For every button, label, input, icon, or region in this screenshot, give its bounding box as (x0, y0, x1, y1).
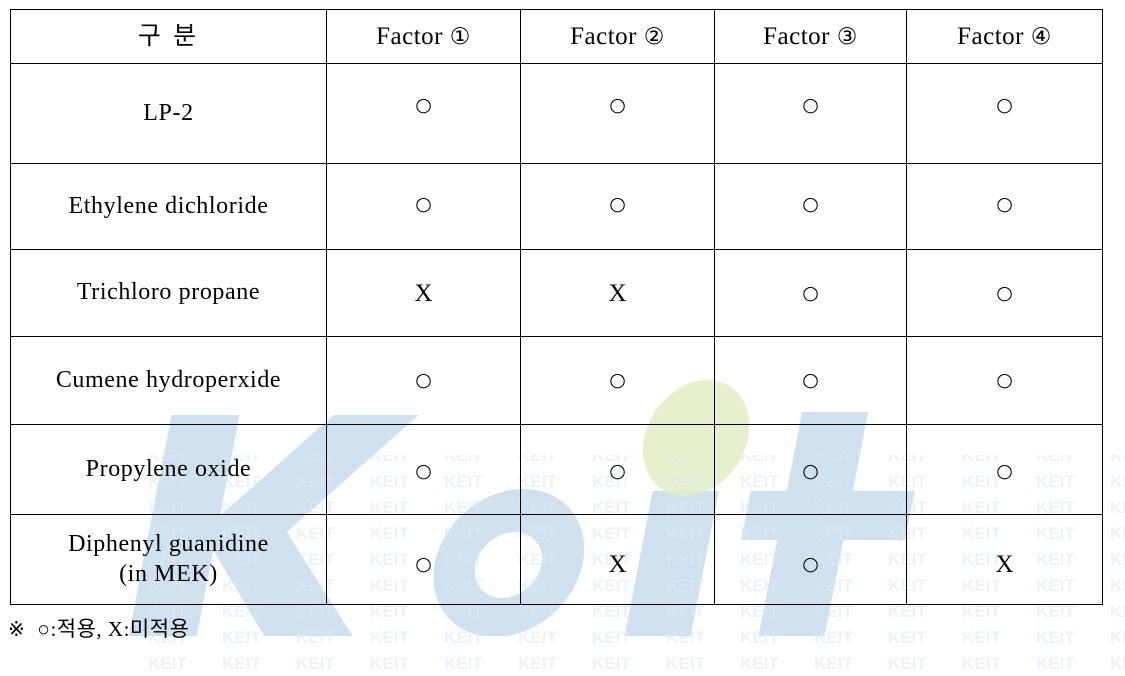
factor-application-table: 구 분 Factor ① Factor ② Factor ③ Factor ④ (10, 9, 1103, 605)
cell-row4-factor4: ○ (906, 336, 1103, 425)
row-label-cell: Trichloro propane (10, 249, 327, 337)
row-label-subtext: (in MEK) (119, 560, 218, 587)
column-header-label-text: 구 분 (137, 22, 200, 50)
cell-row2-factor4: ○ (906, 163, 1103, 250)
column-header-factor-4-text: Factor ④ (907, 23, 1102, 51)
table-row: Trichloro propane X X ○ ○ (10, 249, 1103, 337)
cell-row4-factor2: ○ (520, 336, 715, 425)
mark-applied-icon: ○ (415, 193, 432, 215)
circled-number-2-icon: ② (643, 23, 665, 50)
circled-number-4-icon: ④ (1030, 23, 1052, 50)
cell-row2-factor2: ○ (520, 163, 715, 250)
cell-row3-factor3: ○ (714, 249, 907, 337)
mark-applied-icon: ○ (996, 94, 1013, 116)
cell-row1-factor4: ○ (906, 63, 1103, 164)
row-label-text: Ethylene dichloride (68, 192, 269, 219)
column-header-factor-1: Factor ① (326, 9, 521, 64)
cell-row5-factor1: ○ (326, 424, 521, 515)
table-footnote: ※ ○:적용, X:미적용 (8, 613, 189, 643)
factor-4-word: Factor (957, 22, 1024, 50)
mark-applied-icon: ○ (609, 460, 626, 482)
column-header-factor-2: Factor ② (520, 9, 715, 64)
mark-not-applied-icon: X (995, 551, 1014, 578)
table-row: Cumene hydroperxide ○ ○ ○ ○ (10, 336, 1103, 425)
cell-row5-factor3: ○ (714, 424, 907, 515)
cell-row5-factor2: ○ (520, 424, 715, 515)
row-label-text: Trichloro propane (76, 279, 261, 306)
cell-row3-factor2: X (520, 249, 715, 337)
mark-applied-icon: ○ (996, 460, 1013, 482)
circled-number-3-icon: ③ (836, 23, 858, 50)
table-row: Diphenyl guanidine (in MEK) ○ X ○ X (10, 514, 1103, 605)
mark-applied-icon: ○ (415, 94, 432, 116)
mark-applied-icon: ○ (802, 193, 819, 215)
table-header-row: 구 분 Factor ① Factor ② Factor ③ Factor ④ (10, 9, 1103, 64)
column-header-factor-3-text: Factor ③ (715, 23, 906, 51)
mark-applied-icon: ○ (802, 460, 819, 482)
cell-row3-factor4: ○ (906, 249, 1103, 337)
row-label-cell: Propylene oxide (10, 424, 327, 515)
table-row: LP-2 ○ ○ ○ ○ (10, 63, 1103, 164)
circled-number-1-icon: ① (449, 23, 471, 50)
mark-not-applied-icon: X (608, 279, 627, 307)
cell-row4-factor1: ○ (326, 336, 521, 425)
mark-applied-icon: ○ (609, 94, 626, 116)
row-label-cell: Cumene hydroperxide (10, 336, 327, 425)
cell-row6-factor1: ○ (326, 514, 521, 605)
table-row: Ethylene dichloride ○ ○ ○ ○ (10, 163, 1103, 250)
document-page: 구 분 Factor ① Factor ② Factor ③ Factor ④ (0, 0, 1125, 676)
mark-applied-icon: ○ (609, 193, 626, 215)
row-label-text: Cumene hydroperxide (55, 366, 282, 393)
cell-row1-factor1: ○ (326, 63, 521, 164)
mark-applied-icon: ○ (996, 369, 1013, 391)
mark-applied-icon: ○ (802, 553, 819, 575)
mark-applied-icon: ○ (415, 553, 432, 575)
cell-row2-factor1: ○ (326, 163, 521, 250)
column-header-factor-2-text: Factor ② (521, 23, 714, 51)
cell-row5-factor4: ○ (906, 424, 1103, 515)
column-header-factor-1-text: Factor ① (327, 23, 520, 51)
factor-1-word: Factor (376, 22, 443, 50)
mark-applied-icon: ○ (802, 369, 819, 391)
cell-row1-factor3: ○ (714, 63, 907, 164)
cell-row2-factor3: ○ (714, 163, 907, 250)
cell-row3-factor1: X (326, 249, 521, 337)
mark-applied-icon: ○ (802, 94, 819, 116)
row-label-text: Diphenyl guanidine (68, 531, 269, 558)
cell-row6-factor4: X (906, 514, 1103, 605)
factor-3-word: Factor (763, 22, 830, 50)
mark-applied-icon: ○ (415, 460, 432, 482)
mark-applied-icon: ○ (609, 369, 626, 391)
mark-applied-icon: ○ (415, 369, 432, 391)
mark-applied-icon: ○ (996, 193, 1013, 215)
row-label-cell: Diphenyl guanidine (in MEK) (10, 514, 327, 605)
cell-row1-factor2: ○ (520, 63, 715, 164)
reference-mark-icon: ※ (8, 617, 26, 641)
footnote-legend-text: ○:적용, X:미적용 (37, 617, 190, 641)
cell-row4-factor3: ○ (714, 336, 907, 425)
row-label-text: LP-2 (143, 99, 194, 126)
column-header-factor-3: Factor ③ (714, 9, 907, 64)
row-label-text: Propylene oxide (85, 455, 252, 482)
mark-not-applied-icon: X (414, 279, 433, 307)
column-header-factor-4: Factor ④ (906, 9, 1103, 64)
mark-applied-icon: ○ (802, 281, 819, 304)
row-label-cell: LP-2 (10, 63, 327, 164)
row-label-cell: Ethylene dichloride (10, 163, 327, 250)
cell-row6-factor2: X (520, 514, 715, 605)
factor-2-word: Factor (570, 22, 637, 50)
table-row: Propylene oxide ○ ○ ○ ○ (10, 424, 1103, 515)
mark-applied-icon: ○ (996, 281, 1013, 304)
cell-row6-factor3: ○ (714, 514, 907, 605)
column-header-label: 구 분 (10, 9, 327, 64)
mark-not-applied-icon: X (608, 551, 627, 578)
